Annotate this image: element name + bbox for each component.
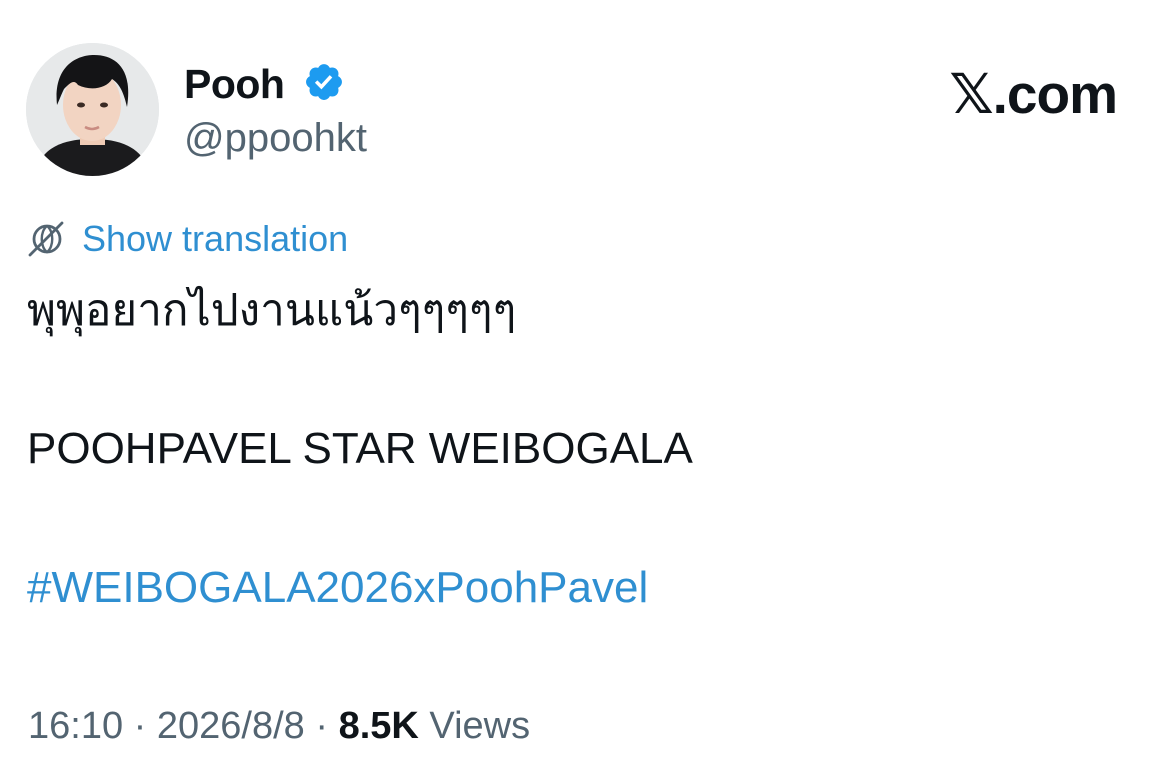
meta-separator: · [315, 705, 329, 747]
avatar[interactable] [26, 43, 159, 176]
tweet-meta: 16:10 · 2026/8/8 · 8.5K Views [28, 701, 530, 751]
avatar-image [26, 43, 159, 176]
tweet-text-line-2: POOHPAVEL STAR WEIBOGALA [27, 424, 693, 473]
translation-row[interactable]: Show translation [26, 217, 348, 261]
tweet-date[interactable]: 2026/8/8 [157, 705, 305, 747]
views-label: Views [429, 705, 531, 747]
views-count: 8.5K [338, 705, 419, 747]
author-handle[interactable]: @ppoohkt [184, 113, 367, 163]
tweet-text-line-1: พุพุอยากไปงานแน้วๆๆๆๆๆ [27, 286, 517, 335]
show-translation-link[interactable]: Show translation [82, 217, 348, 261]
site-logo: 𝕏.com [949, 63, 1118, 125]
author-display-name[interactable]: Pooh [184, 58, 285, 110]
tweet-time[interactable]: 16:10 [28, 705, 123, 747]
globe-icon [28, 221, 64, 257]
hashtag-link[interactable]: #WEIBOGALA2026xPoohPavel [27, 560, 648, 616]
meta-separator: · [133, 705, 147, 747]
verified-badge-icon [306, 64, 342, 100]
